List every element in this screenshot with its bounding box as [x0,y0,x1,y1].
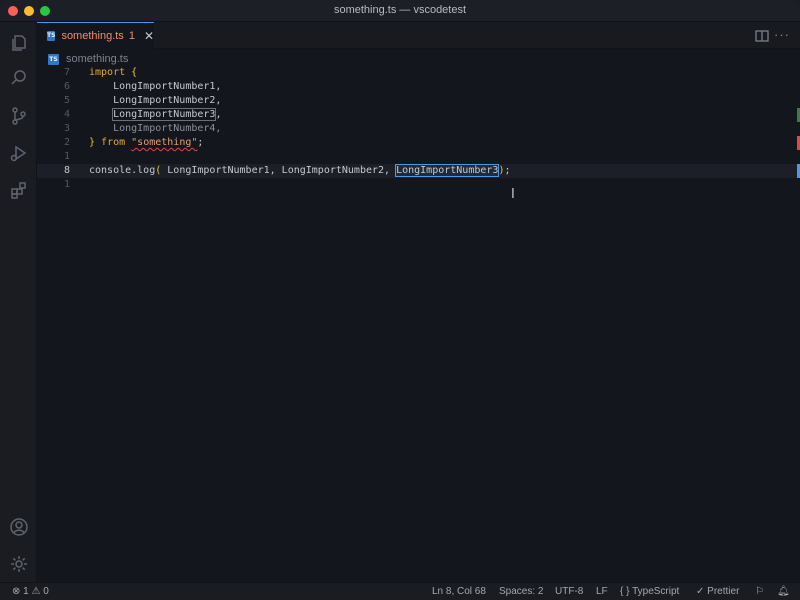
language-label: TypeScript [632,586,680,597]
line-number: 4 [63,109,70,120]
error-icon: ⊗ [12,586,21,597]
tab-close-icon[interactable]: ✕ [144,30,154,42]
account-icon[interactable] [8,516,29,537]
code-line[interactable]: 7 import { [37,66,800,80]
check-icon: ✓ [696,586,705,597]
tab-something-ts[interactable]: TS something.ts 1 ✕ [37,22,154,49]
tab-label: something.ts [61,30,124,42]
semicolon: ; [504,165,511,176]
problems-indicator[interactable]: ⊗ 1 ⚠ 0 [12,586,49,597]
braces-icon: { } [620,586,630,597]
text-cursor-icon: I [511,187,515,202]
keyword-from: from [95,137,132,148]
explorer-icon[interactable] [8,32,29,53]
window-title: something.ts — vscodetest [333,4,467,16]
prettier-label: Prettier [707,586,740,597]
status-bar: ⊗ 1 ⚠ 0 Ln 8, Col 68 Spaces: 2 UTF-8 LF … [0,582,800,600]
title-bar: something.ts — vscodetest [0,0,800,22]
code-editor[interactable]: 7 import { 6 LongImportNumber1, 5 LongIm… [37,64,800,581]
code-text: LongImportNumber4, [89,123,222,134]
warning-count: 0 [43,586,49,597]
notifications-bell-icon[interactable]: 🔔︎ [777,586,790,597]
cursor-position[interactable]: Ln 8, Col 68 [432,586,486,597]
symbol-highlight: LongImportNumber3 [112,108,217,121]
code-line[interactable]: 6 LongImportNumber1, [37,80,800,94]
code-line[interactable]: 1 [37,178,800,192]
vscode-window: something.ts — vscodetest TS something.t… [0,0,800,600]
tab-problem-count: 1 [128,30,135,42]
code-text: , [215,109,222,120]
typescript-file-icon: TS [48,53,59,65]
code-line[interactable]: 1 [37,150,800,164]
line-number: 1 [63,179,70,190]
split-editor-icon[interactable] [755,29,769,42]
indentation[interactable]: Spaces: 2 [499,586,543,597]
language-mode[interactable]: { } TypeScript [620,586,679,597]
code-text: console.log [89,165,156,176]
line-number: 5 [63,95,70,106]
line-number: 6 [63,81,70,92]
line-number: 2 [63,137,70,148]
string-literal: "something" [131,137,198,148]
code-text: LongImportNumber1, [89,81,222,92]
keyword-import: import [89,67,126,78]
line-number: 3 [63,123,70,134]
code-text: LongImportNumber2, [89,95,222,106]
more-actions-icon[interactable]: ··· [774,27,790,42]
source-control-icon[interactable] [8,105,29,126]
code-line[interactable]: 4 LongImportNumber3, [37,108,800,122]
brace-open: { [125,67,138,78]
activity-bar [0,22,37,582]
line-number: 8 [63,165,70,176]
code-line[interactable]: 5 LongImportNumber2, [37,94,800,108]
warning-icon: ⚠ [31,586,41,597]
prettier-status[interactable]: ✓ Prettier [696,586,739,597]
search-icon[interactable] [8,67,29,88]
current-code-line[interactable]: 8 console.log( LongImportNumber1, LongIm… [37,164,800,178]
code-line[interactable]: 2 } from "something"; [37,136,800,150]
line-number: 7 [63,67,70,78]
selected-symbol: LongImportNumber3 [395,164,500,177]
encoding[interactable]: UTF-8 [555,586,583,597]
typescript-file-icon: TS [47,31,56,41]
extensions-icon[interactable] [8,180,29,201]
code-text: LongImportNumber1, LongImportNumber2, [161,165,397,176]
line-number: 1 [63,151,70,162]
run-debug-icon[interactable] [8,142,29,163]
semicolon: ; [197,137,204,148]
end-of-line[interactable]: LF [596,586,608,597]
error-count: 1 [23,586,29,597]
feedback-icon[interactable]: ⚐ [755,586,764,597]
editor-tab-bar: TS something.ts 1 ✕ ··· [37,22,800,49]
manage-gear-icon[interactable] [8,553,29,574]
code-line[interactable]: 3 LongImportNumber4, [37,122,800,136]
